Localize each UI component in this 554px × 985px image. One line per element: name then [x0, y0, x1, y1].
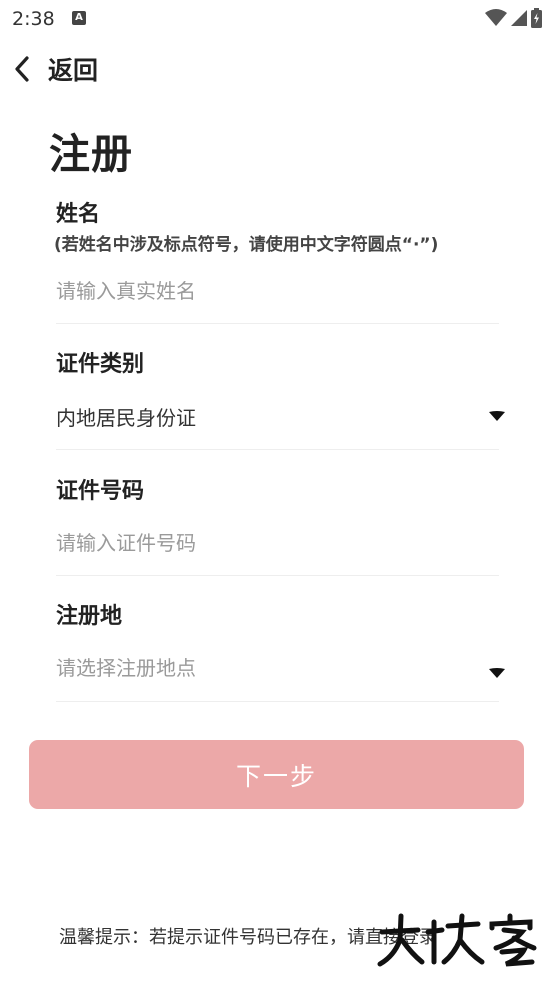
next-button[interactable]: 下一步	[29, 740, 524, 809]
id-type-value: 内地居民身份证	[56, 406, 196, 430]
caret-down-icon	[489, 411, 505, 421]
page-title: 注册	[49, 130, 133, 178]
caret-down-icon	[489, 668, 505, 678]
name-label: 姓名	[56, 202, 101, 227]
back-button[interactable]: 返回	[0, 48, 98, 90]
name-field: 姓名 (若姓名中涉及标点符号，请使用中文字符圆点“·”) 请输入真实姓名	[54, 196, 499, 324]
name-hint: (若姓名中涉及标点符号，请使用中文字符圆点“·”)	[54, 235, 439, 255]
id-number-input[interactable]: 请输入证件号码	[56, 527, 499, 556]
id-type-select[interactable]: 内地居民身份证	[56, 402, 505, 432]
id-type-label: 证件类别	[56, 352, 145, 377]
wifi-icon	[485, 9, 507, 26]
status-bar: 2:38 A	[0, 0, 554, 38]
id-number-label: 证件号码	[56, 479, 145, 504]
battery-icon	[531, 8, 542, 28]
region-label: 注册地	[56, 604, 123, 629]
region-field: 注册地 请选择注册地点	[56, 598, 505, 702]
notification-app-icon: A	[72, 11, 86, 25]
back-label: 返回	[48, 56, 99, 85]
region-placeholder: 请选择注册地点	[56, 656, 196, 680]
status-time: 2:38	[12, 8, 55, 30]
nav-bar: 返回	[0, 48, 554, 90]
id-type-field: 证件类别 内地居民身份证	[56, 346, 505, 450]
signal-icon	[511, 10, 527, 26]
id-number-field: 证件号码 请输入证件号码	[56, 473, 499, 576]
region-select[interactable]: 请选择注册地点	[56, 652, 505, 682]
status-indicators	[485, 8, 542, 28]
chevron-left-icon	[12, 48, 34, 90]
name-input[interactable]: 请输入真实姓名	[56, 275, 499, 304]
watermark-logo	[377, 913, 537, 967]
